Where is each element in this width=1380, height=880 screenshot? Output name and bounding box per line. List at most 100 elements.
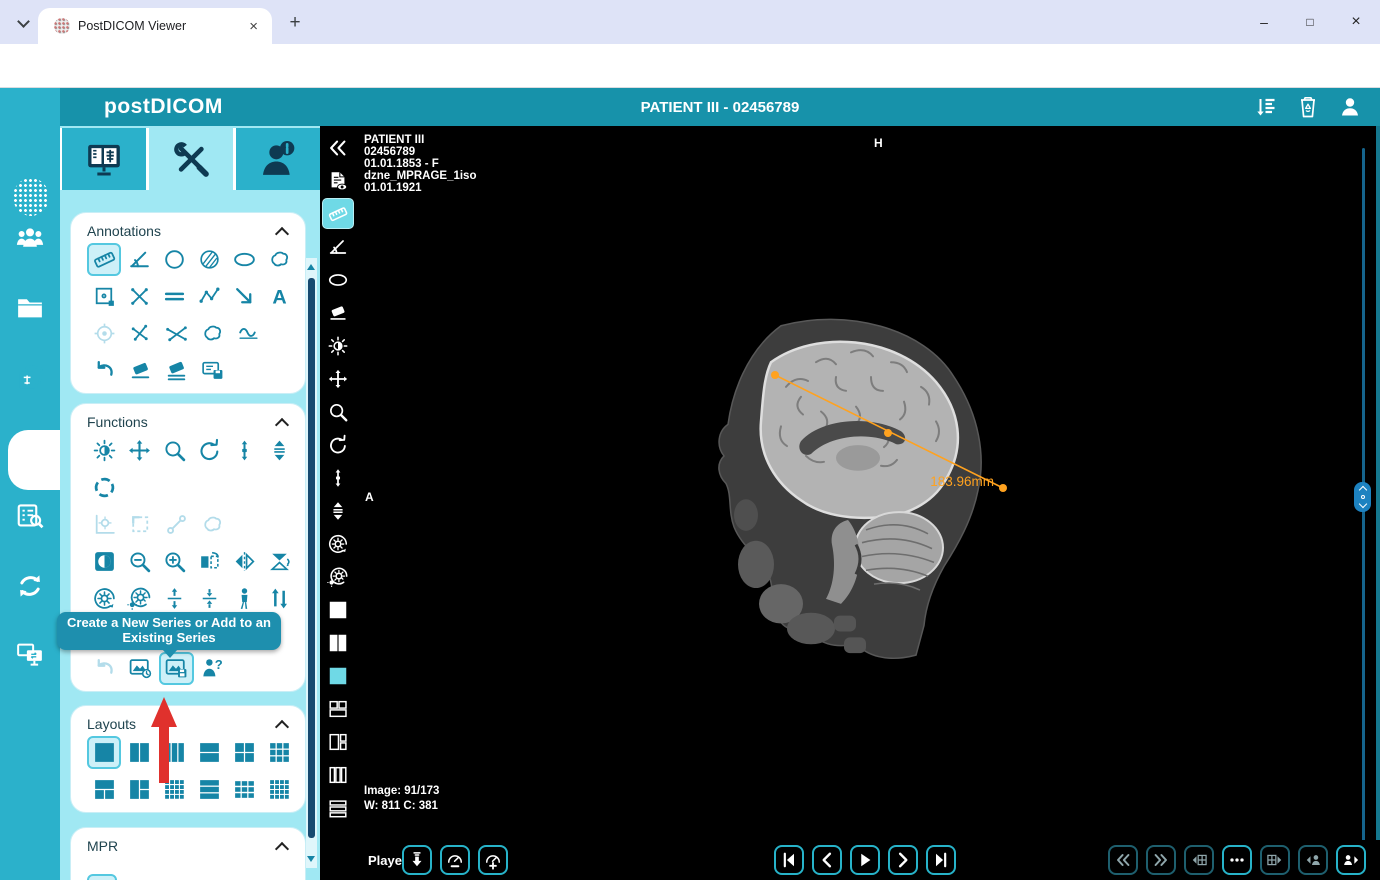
tab-search-button[interactable] <box>10 10 36 36</box>
layout-3x1[interactable] <box>193 773 227 806</box>
worklist-search[interactable] <box>0 492 60 540</box>
window-level[interactable] <box>87 434 121 467</box>
sync[interactable] <box>0 562 60 610</box>
length-measurement[interactable] <box>322 198 354 229</box>
collapse-mpr-icon[interactable] <box>274 841 290 856</box>
layout-2x1[interactable] <box>193 736 227 769</box>
crop-region[interactable] <box>123 508 158 541</box>
tab-display[interactable] <box>62 128 146 190</box>
closed-freehand[interactable] <box>195 317 230 350</box>
filled-circle-roi[interactable] <box>193 243 227 276</box>
undo-function[interactable] <box>87 652 122 685</box>
previous-layout[interactable] <box>1184 845 1214 875</box>
next-image[interactable] <box>888 845 918 875</box>
collapse-annotations-icon[interactable] <box>274 226 290 241</box>
text-annotation[interactable] <box>263 280 297 313</box>
layout-1-2[interactable] <box>87 773 121 806</box>
spline-curve[interactable] <box>231 317 266 350</box>
window-close-button[interactable]: × <box>1336 8 1376 36</box>
patient-query[interactable] <box>195 652 230 685</box>
zoom-in[interactable] <box>157 545 191 578</box>
collapse-functions-icon[interactable] <box>274 417 290 432</box>
window-level-roi[interactable] <box>87 508 122 541</box>
layout-4x4-alt[interactable] <box>263 773 297 806</box>
arrow-annotation[interactable] <box>228 280 262 313</box>
rotate[interactable] <box>322 429 354 460</box>
zoom-out[interactable] <box>122 545 156 578</box>
undo-annotation[interactable] <box>87 354 122 387</box>
collapse-layouts-icon[interactable] <box>274 719 290 734</box>
layout-1x1[interactable] <box>322 594 354 625</box>
next-patient[interactable] <box>1336 845 1366 875</box>
layout-1x2[interactable] <box>322 627 354 658</box>
circle-roi[interactable] <box>157 243 191 276</box>
window-maximize-button[interactable]: □ <box>1290 8 1330 36</box>
tab-close-icon[interactable]: × <box>245 18 262 35</box>
layout-1x3-outline[interactable] <box>322 759 354 790</box>
cross-marker[interactable] <box>122 280 156 313</box>
layout-1x1[interactable] <box>87 736 122 769</box>
stack-navigation[interactable] <box>263 434 297 467</box>
account-icon[interactable] <box>1338 95 1362 119</box>
tab-patient-info[interactable] <box>236 128 320 190</box>
image-viewport[interactable]: PATIENT III 02456789 01.01.1853 - F dzne… <box>356 126 1376 840</box>
first-image[interactable] <box>774 845 804 875</box>
pan[interactable] <box>122 434 156 467</box>
reset-image[interactable] <box>87 582 121 615</box>
rotate-flip[interactable] <box>263 545 297 578</box>
layout-3x1-outline[interactable] <box>322 792 354 823</box>
more-options[interactable] <box>1222 845 1252 875</box>
layout-2x2[interactable] <box>228 736 262 769</box>
angle-measurement[interactable] <box>322 231 354 262</box>
layout-2-1-outline[interactable] <box>322 726 354 757</box>
freehand-roi[interactable] <box>263 243 297 276</box>
reset-all[interactable] <box>122 582 156 615</box>
window-level[interactable] <box>322 330 354 361</box>
scroll-stack[interactable] <box>228 434 262 467</box>
patient-orientation[interactable] <box>228 582 262 615</box>
stack-navigation[interactable] <box>322 495 354 526</box>
length-measurement[interactable] <box>87 243 122 276</box>
bone-tool[interactable] <box>159 508 194 541</box>
actual-size[interactable] <box>193 582 227 615</box>
window-minimize-button[interactable]: – <box>1244 8 1284 36</box>
reset-image[interactable] <box>322 528 354 559</box>
mpr-tool-partial[interactable] <box>87 874 117 880</box>
last-image[interactable] <box>926 845 956 875</box>
layout-2x2-outline[interactable] <box>322 693 354 724</box>
flip-vertical[interactable] <box>228 545 262 578</box>
parallel-lines[interactable] <box>157 280 191 313</box>
point-marker[interactable] <box>87 317 122 350</box>
previous-image[interactable] <box>812 845 842 875</box>
fit-vertical[interactable] <box>157 582 191 615</box>
scroll-down-icon[interactable] <box>307 856 315 862</box>
recycle-bin-icon[interactable] <box>1296 95 1320 119</box>
panel-scrollbar-thumb[interactable] <box>308 278 315 838</box>
reset-all[interactable] <box>322 561 354 592</box>
erase-all-annotations[interactable] <box>159 354 194 387</box>
invert[interactable] <box>87 545 121 578</box>
increase-speed[interactable] <box>478 845 508 875</box>
export-image[interactable] <box>123 652 158 685</box>
browser-tab[interactable]: PostDICOM Viewer × <box>38 8 272 44</box>
layout-3x4[interactable] <box>228 773 262 806</box>
erase-annotation[interactable] <box>123 354 158 387</box>
cloud-upload[interactable] <box>0 422 60 470</box>
remote-connections[interactable] <box>0 630 60 678</box>
reference-point[interactable] <box>87 471 122 504</box>
next-layout[interactable] <box>1260 845 1290 875</box>
new-tab-button[interactable]: + <box>282 12 308 34</box>
collapse-toolbar[interactable] <box>322 132 354 163</box>
zoom[interactable] <box>322 396 354 427</box>
download-images[interactable] <box>402 845 432 875</box>
ellipse-roi[interactable] <box>322 264 354 295</box>
swap-order[interactable] <box>263 582 297 615</box>
play[interactable] <box>850 845 880 875</box>
polyline[interactable] <box>193 280 227 313</box>
save-annotations[interactable] <box>195 354 230 387</box>
scroll-up-icon[interactable] <box>307 264 315 270</box>
folders[interactable] <box>0 284 60 332</box>
freehand-tool[interactable] <box>195 508 230 541</box>
previous-series[interactable] <box>1108 845 1138 875</box>
pan[interactable] <box>322 363 354 394</box>
